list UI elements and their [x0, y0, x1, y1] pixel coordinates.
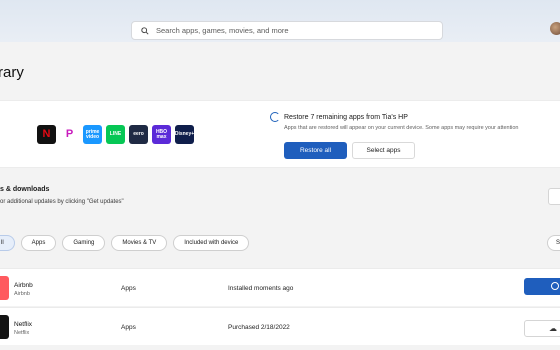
search-box[interactable]: Search apps, games, movies, and more	[131, 21, 443, 40]
library-row[interactable]: Netflix Netflix Apps Purchased 2/18/2022 ☁	[0, 307, 560, 345]
search-input[interactable]: Search apps, games, movies, and more	[156, 26, 289, 35]
app-category: Apps	[121, 285, 136, 292]
cloud-download-icon: ☁	[549, 324, 557, 333]
app-publisher: Airbnb	[14, 291, 30, 297]
app-name: Netflix	[14, 321, 33, 328]
open-button[interactable]	[524, 278, 560, 295]
filter-chip[interactable]: Gaming	[62, 235, 106, 251]
page-title: rary	[0, 64, 24, 81]
updates-title: s & downloads	[0, 186, 50, 193]
filter-bar: ll Apps Gaming Movies & TV Included with dev…	[0, 235, 250, 251]
restore-subtitle: Apps that are restored will appear on yo…	[284, 125, 519, 131]
open-icon	[551, 282, 559, 290]
library-row[interactable]: Airbnb Airbnb Apps Installed moments ago	[0, 268, 560, 306]
app-publisher: Netflix	[14, 330, 30, 336]
get-updates-button[interactable]	[548, 188, 560, 205]
line-icon: LINE	[106, 125, 125, 144]
prime-video-icon: prime video	[83, 125, 102, 144]
updates-subtitle: or additional updates by clicking "Get u…	[0, 199, 124, 205]
app-status: Installed moments ago	[228, 285, 294, 292]
top-bar: Search apps, games, movies, and more	[0, 0, 560, 42]
filter-chip[interactable]: Apps	[20, 235, 57, 251]
app-category: Apps	[121, 324, 136, 331]
app-status: Purchased 2/18/2022	[228, 324, 290, 331]
app-logo-icon	[0, 315, 9, 339]
restore-title: Restore 7 remaining apps from Tia's HP	[284, 114, 408, 121]
filter-chip[interactable]: ll	[0, 235, 15, 251]
select-apps-button[interactable]: Select apps	[352, 142, 415, 159]
avatar[interactable]	[550, 22, 560, 35]
sync-icon	[270, 112, 280, 122]
app-name: Airbnb	[14, 282, 33, 289]
restore-app-icons: N Pprime video LINE eero HBO max Disney+	[37, 125, 194, 144]
filter-chip[interactable]: Movies & TV	[111, 235, 168, 251]
download-button[interactable]: ☁	[524, 320, 560, 337]
eero-icon: eero	[129, 125, 148, 144]
restore-panel: N Pprime video LINE eero HBO max Disney+ Rest…	[0, 100, 560, 168]
disney-plus-icon: Disney+	[175, 125, 194, 144]
pandora-icon: P	[60, 125, 79, 144]
search-icon	[141, 26, 149, 35]
filter-chip[interactable]: Included with device	[173, 235, 250, 251]
restore-all-button[interactable]: Restore all	[284, 142, 347, 159]
sort-button[interactable]: S	[547, 235, 560, 251]
app-logo-icon	[0, 276, 9, 300]
netflix-icon: N	[37, 125, 56, 144]
hbo-max-icon: HBO max	[152, 125, 171, 144]
